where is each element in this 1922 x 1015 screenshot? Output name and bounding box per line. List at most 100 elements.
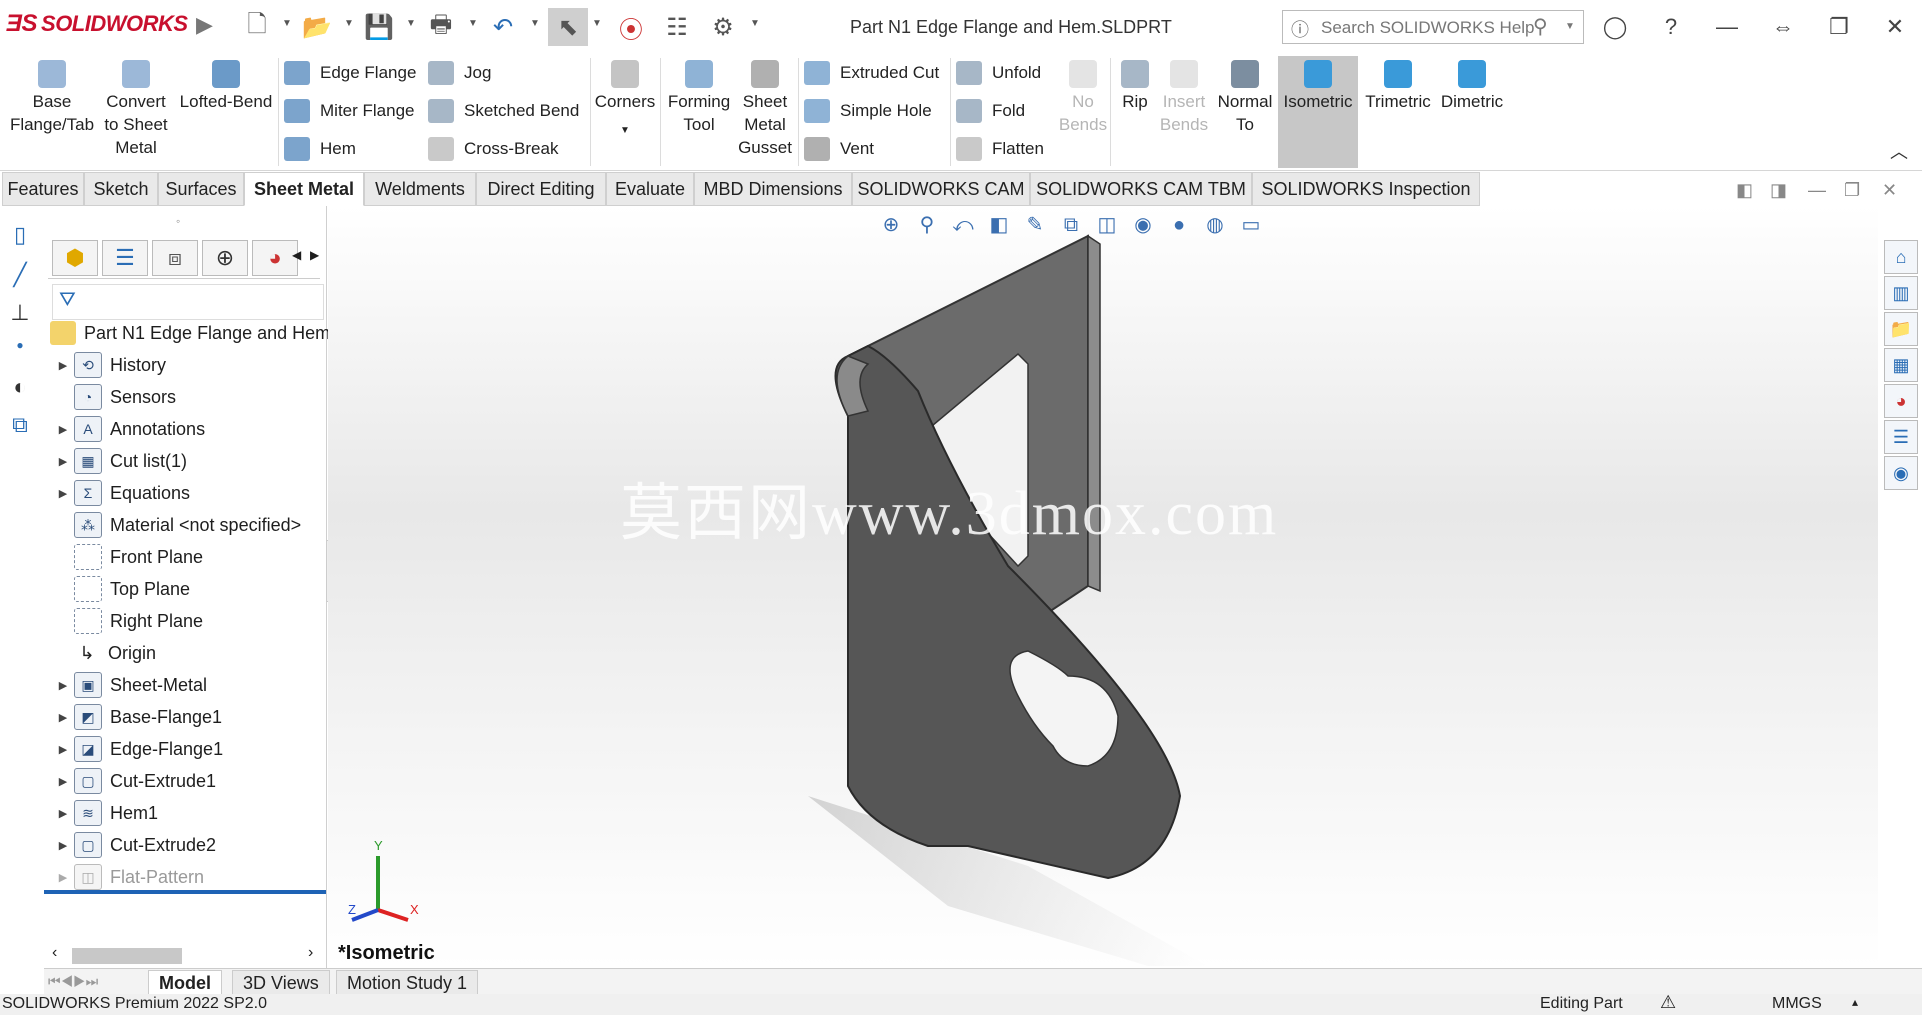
close-window-icon[interactable]: ✕ bbox=[1878, 10, 1912, 44]
configuration-manager-tab-icon[interactable]: ⧈ bbox=[152, 240, 198, 276]
expand-menu-arrow-icon[interactable]: ▶ bbox=[196, 12, 213, 38]
print-icon[interactable]: 🖶 bbox=[426, 11, 456, 42]
tab-features[interactable]: Features bbox=[2, 172, 84, 206]
design-library-icon[interactable]: ▥ bbox=[1884, 276, 1918, 310]
tile-left-icon[interactable]: ◧ bbox=[1736, 180, 1753, 201]
expand-arrow-icon[interactable]: ▶ bbox=[52, 359, 74, 372]
tree-item-front-plane[interactable]: Front Plane bbox=[52, 542, 203, 572]
solidworks-logo[interactable]: ƎS SOLIDWORKS bbox=[6, 10, 188, 38]
sketch-plane-icon[interactable]: ▯ bbox=[6, 222, 34, 250]
no-bends-button[interactable]: No Bends bbox=[1058, 56, 1108, 136]
expand-arrow-icon[interactable]: ▶ bbox=[52, 839, 74, 852]
tree-item-material[interactable]: ⁂ Material <not specified> bbox=[52, 510, 301, 540]
forming-tool-button[interactable]: Forming Tool bbox=[664, 56, 734, 136]
open-folder-icon[interactable]: 📂 bbox=[302, 12, 332, 42]
vent-button[interactable]: Vent bbox=[804, 134, 939, 164]
expand-arrow-icon[interactable]: ▶ bbox=[52, 679, 74, 692]
rebuild-traffic-light-icon[interactable]: ⦿ bbox=[616, 12, 646, 44]
file-properties-icon[interactable]: ☷ bbox=[662, 12, 692, 42]
tree-item-history[interactable]: ▶ ⟲ History bbox=[52, 350, 166, 380]
save-dropdown-icon[interactable]: ▼ bbox=[406, 18, 416, 29]
tab-surfaces[interactable]: Surfaces bbox=[158, 172, 244, 206]
jog-button[interactable]: Jog bbox=[428, 58, 579, 88]
sheet-metal-gusset-button[interactable]: Sheet Metal Gusset bbox=[734, 56, 796, 159]
tree-item-right-plane[interactable]: Right Plane bbox=[52, 606, 203, 636]
cross-break-button[interactable]: Cross-Break bbox=[428, 134, 579, 164]
point-icon[interactable]: ● bbox=[6, 338, 34, 366]
rebuild-status-icon[interactable]: ⚠ bbox=[1660, 992, 1676, 1013]
expand-arrow-icon[interactable]: ▶ bbox=[52, 775, 74, 788]
tree-item-top-plane[interactable]: Top Plane bbox=[52, 574, 190, 604]
tab-weldments[interactable]: Weldments bbox=[364, 172, 476, 206]
tree-item-equations[interactable]: ▶ Σ Equations bbox=[52, 478, 190, 508]
search-icon[interactable]: ⚲ bbox=[1533, 14, 1548, 39]
dimetric-button[interactable]: Dimetric bbox=[1436, 56, 1508, 113]
tree-filter-box[interactable]: ⛛ bbox=[52, 284, 324, 320]
tab-mbd-dimensions[interactable]: MBD Dimensions bbox=[694, 172, 852, 206]
open-dropdown-icon[interactable]: ▼ bbox=[344, 18, 354, 29]
unfold-button[interactable]: Unfold bbox=[956, 58, 1044, 88]
expand-arrow-icon[interactable]: ▶ bbox=[52, 871, 74, 884]
solidworks-forum-icon[interactable]: ◉ bbox=[1884, 456, 1918, 490]
lofted-bend-button[interactable]: Lofted-Bend bbox=[176, 56, 276, 113]
help-icon[interactable]: ? bbox=[1654, 10, 1688, 44]
center-of-mass-icon[interactable]: ◐ bbox=[6, 374, 34, 402]
insert-bends-button[interactable]: Insert Bends bbox=[1158, 56, 1210, 136]
collapse-ribbon-icon[interactable]: ︿ bbox=[1890, 138, 1908, 164]
new-dropdown-icon[interactable]: ▼ bbox=[282, 18, 292, 29]
tab-sheet-metal[interactable]: Sheet Metal bbox=[244, 172, 364, 206]
fit-window-icon[interactable]: ⇔ bbox=[1766, 10, 1800, 44]
tree-item-base-flange1[interactable]: ▶ ◩ Base-Flange1 bbox=[52, 702, 222, 732]
tabs-scroll-right-icon[interactable]: ▶ bbox=[310, 248, 319, 262]
tab-solidworks-cam[interactable]: SOLIDWORKS CAM bbox=[852, 172, 1030, 206]
select-cursor-icon[interactable]: ⬉ bbox=[548, 8, 588, 46]
tree-item-annotations[interactable]: ▶ A Annotations bbox=[52, 414, 205, 444]
tree-item-sensors[interactable]: ◔ Sensors bbox=[52, 382, 176, 412]
feature-manager-tab-icon[interactable]: ⬢ bbox=[52, 240, 98, 276]
property-manager-tab-icon[interactable]: ☰ bbox=[102, 240, 148, 276]
tree-item-cut-list[interactable]: ▶ ▦ Cut list(1) bbox=[52, 446, 187, 476]
corners-dropdown-icon[interactable]: ▼ bbox=[592, 119, 658, 142]
expand-arrow-icon[interactable]: ▶ bbox=[52, 807, 74, 820]
appearances-scenes-icon[interactable]: ◕ bbox=[1884, 384, 1918, 418]
units-dropdown-icon[interactable]: ▴ bbox=[1852, 995, 1858, 1009]
mate-reference-icon[interactable]: ⧉ bbox=[6, 412, 34, 440]
tree-item-hem1[interactable]: ▶ ≋ Hem1 bbox=[52, 798, 158, 828]
tree-item-edge-flange1[interactable]: ▶ ◪ Edge-Flange1 bbox=[52, 734, 223, 764]
new-document-icon[interactable]: 🗋 bbox=[242, 11, 272, 42]
tab-nav-arrows-icon[interactable]: ⏮◀▶⏭ bbox=[48, 973, 98, 990]
scroll-right-icon[interactable]: › bbox=[308, 944, 313, 962]
dimxpert-manager-tab-icon[interactable]: ⊕ bbox=[202, 240, 248, 276]
expand-arrow-icon[interactable]: ▶ bbox=[52, 743, 74, 756]
scroll-left-icon[interactable]: ‹ bbox=[52, 944, 57, 962]
custom-properties-icon[interactable]: ☰ bbox=[1884, 420, 1918, 454]
simple-hole-button[interactable]: Simple Hole bbox=[804, 96, 939, 126]
expand-arrow-icon[interactable]: ▶ bbox=[52, 487, 74, 500]
tree-horizontal-scrollbar[interactable]: ‹ › bbox=[50, 944, 322, 966]
tabs-scroll-left-icon[interactable]: ◀ bbox=[292, 248, 301, 262]
coordinate-system-icon[interactable]: ⊥ bbox=[6, 300, 34, 328]
doc-restore-icon[interactable]: ❐ bbox=[1844, 180, 1860, 201]
edge-flange-button[interactable]: Edge Flange bbox=[284, 58, 416, 88]
normal-to-button[interactable]: Normal To bbox=[1212, 56, 1278, 136]
tab-evaluate[interactable]: Evaluate bbox=[606, 172, 694, 206]
tree-item-cut-extrude1[interactable]: ▶ ▢ Cut-Extrude1 bbox=[52, 766, 216, 796]
fold-button[interactable]: Fold bbox=[956, 96, 1044, 126]
isometric-button[interactable]: Isometric bbox=[1278, 56, 1358, 168]
tree-item-cut-extrude2[interactable]: ▶ ▢ Cut-Extrude2 bbox=[52, 830, 216, 860]
options-gear-icon[interactable]: ⚙ bbox=[708, 12, 738, 42]
corners-button[interactable]: Corners ▼ bbox=[592, 56, 658, 142]
expand-arrow-icon[interactable]: ▶ bbox=[52, 423, 74, 436]
doc-close-icon[interactable]: ✕ bbox=[1882, 180, 1897, 201]
tab-sketch[interactable]: Sketch bbox=[84, 172, 158, 206]
tree-item-origin[interactable]: ↳ Origin bbox=[52, 638, 156, 668]
trimetric-button[interactable]: Trimetric bbox=[1360, 56, 1436, 113]
tree-item-sheet-metal[interactable]: ▶ ▣ Sheet-Metal bbox=[52, 670, 207, 700]
tab-model[interactable]: Model bbox=[148, 970, 222, 996]
expand-arrow-icon[interactable]: ▶ bbox=[52, 711, 74, 724]
tile-right-icon[interactable]: ◨ bbox=[1770, 180, 1787, 201]
minimize-window-icon[interactable]: — bbox=[1710, 10, 1744, 44]
tab-motion-study-1[interactable]: Motion Study 1 bbox=[336, 970, 479, 996]
file-explorer-icon[interactable]: 📁 bbox=[1884, 312, 1918, 346]
undo-dropdown-icon[interactable]: ▼ bbox=[530, 18, 540, 29]
